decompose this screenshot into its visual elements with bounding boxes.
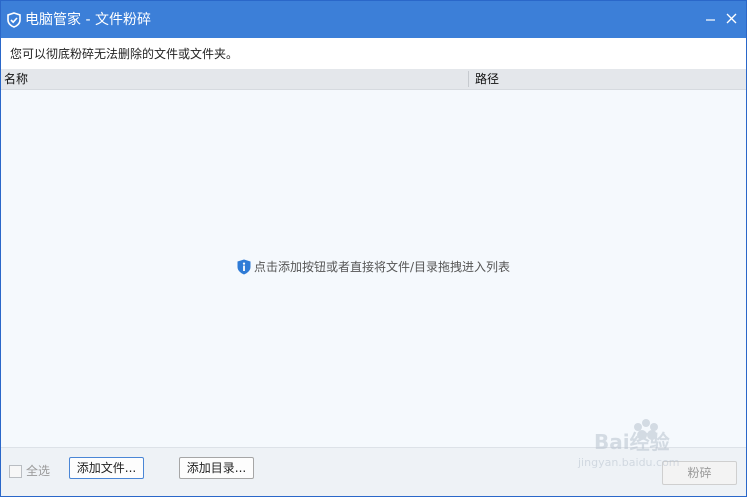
- add-file-button[interactable]: 添加文件...: [69, 457, 144, 479]
- minimize-icon: [706, 19, 715, 21]
- watermark-url: jingyan.baidu.com: [577, 456, 680, 469]
- baidu-jingyan-watermark: Bai经验 jingyan.baidu.com: [577, 419, 680, 469]
- info-icon: [237, 259, 251, 275]
- empty-hint-text: 点击添加按钮或者直接将文件/目录拖拽进入列表: [254, 260, 511, 274]
- watermark-brand: Bai经验: [594, 430, 670, 454]
- select-all-label: 全选: [26, 464, 51, 478]
- minimize-button[interactable]: [701, 9, 721, 29]
- shield-icon: [7, 12, 21, 28]
- add-directory-button[interactable]: 添加目录...: [179, 457, 254, 479]
- file-shredder-window: 电脑管家 - 文件粉碎 您可以彻底粉碎无法删除的文件或文件夹。 名称 路径 点击…: [0, 0, 747, 497]
- description-bar: 您可以彻底粉碎无法删除的文件或文件夹。: [1, 38, 746, 69]
- column-header-path[interactable]: 路径: [475, 72, 499, 86]
- checkbox-box[interactable]: [9, 465, 22, 478]
- description-text: 您可以彻底粉碎无法删除的文件或文件夹。: [10, 47, 239, 61]
- window-title: 电脑管家 - 文件粉碎: [25, 12, 151, 28]
- close-icon: [726, 13, 737, 24]
- list-header: 名称 路径: [1, 69, 746, 90]
- title-bar[interactable]: 电脑管家 - 文件粉碎: [1, 1, 746, 38]
- close-button[interactable]: [722, 9, 742, 29]
- column-header-name[interactable]: 名称: [4, 72, 28, 86]
- file-list[interactable]: 点击添加按钮或者直接将文件/目录拖拽进入列表: [1, 90, 746, 447]
- column-divider[interactable]: [468, 71, 469, 87]
